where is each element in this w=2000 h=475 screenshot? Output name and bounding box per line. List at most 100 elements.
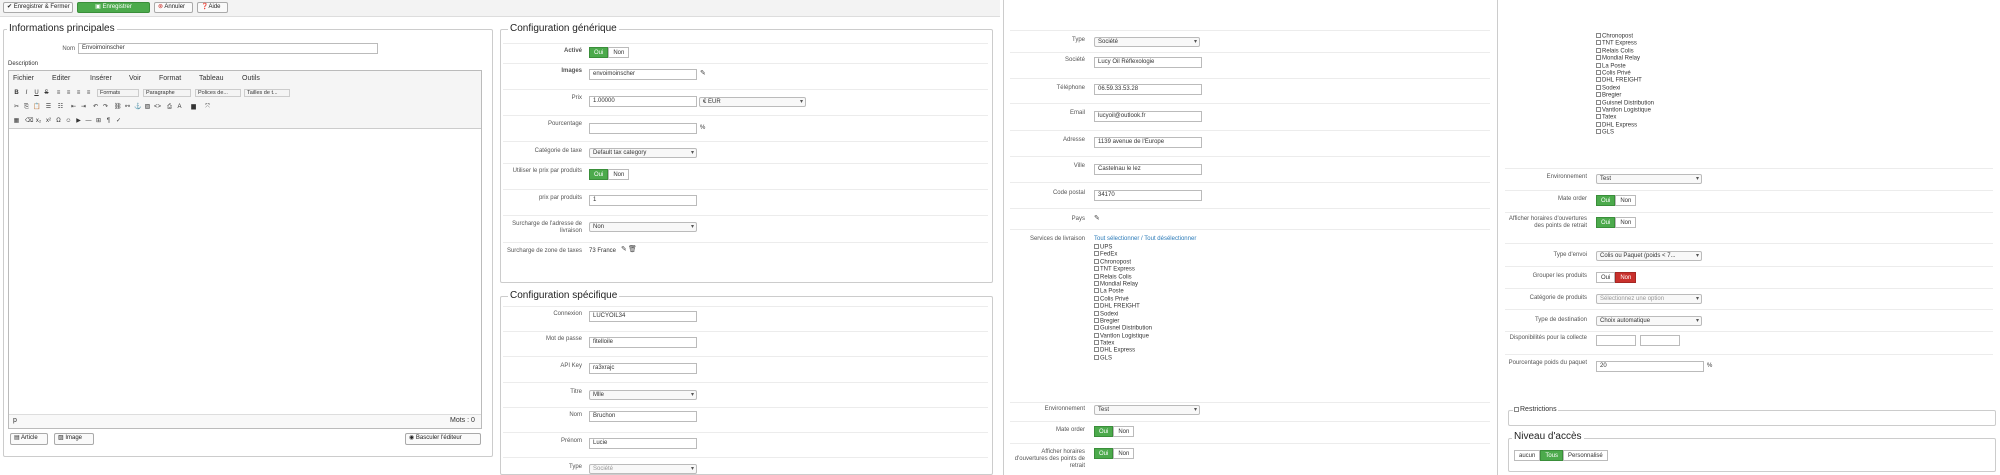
service-option[interactable]: Guisnel Distribution	[1596, 99, 1654, 107]
checkbox[interactable]	[1596, 84, 1601, 90]
checkbox[interactable]	[1094, 347, 1099, 353]
service-option[interactable]: La Poste	[1596, 62, 1654, 70]
underline-icon[interactable]: U	[33, 90, 40, 97]
right-mate-no[interactable]: Non	[1113, 426, 1135, 437]
text-color-icon[interactable]: A	[176, 104, 183, 111]
superscript-icon[interactable]: x²	[45, 118, 52, 125]
percent-input[interactable]	[589, 123, 697, 134]
select-all-link[interactable]: Tout sélectionner	[1094, 236, 1139, 242]
help-button[interactable]: ❓Aide	[197, 2, 228, 13]
media-icon[interactable]: ▶	[75, 118, 82, 125]
edit-country-icon[interactable]: ✎	[1094, 215, 1100, 223]
product-category-select[interactable]: Sélectionnez une option	[1596, 294, 1702, 304]
subscript-icon[interactable]: x₂	[35, 118, 42, 125]
align-left-icon[interactable]: ≡	[55, 90, 62, 97]
edit-zone-icon[interactable]: ✎	[621, 246, 627, 254]
print-icon[interactable]: ⎙	[166, 104, 173, 111]
service-option[interactable]: Sodexi	[1094, 310, 1152, 318]
unlink-icon[interactable]: ⚯	[124, 104, 131, 111]
align-justify-icon[interactable]: ≡	[85, 90, 92, 97]
hr-icon[interactable]: —	[85, 118, 92, 125]
service-option[interactable]: DHL Express	[1094, 347, 1152, 354]
checkbox[interactable]	[1596, 69, 1601, 75]
article-button[interactable]: ▤ Article	[10, 433, 48, 445]
far-hours-no[interactable]: Non	[1615, 217, 1637, 228]
toggle-editor-button[interactable]: ◉ Basculer l'éditeur	[405, 433, 481, 445]
checkbox[interactable]	[1596, 121, 1601, 127]
delivery-override-select[interactable]: Non	[589, 222, 697, 232]
firstname-input[interactable]: Lucie	[589, 438, 697, 449]
checkbox[interactable]	[1596, 77, 1601, 83]
spellcheck-icon[interactable]: ✓	[115, 118, 122, 125]
checkbox[interactable]	[1094, 251, 1099, 257]
service-option[interactable]: Chronopost	[1094, 258, 1152, 266]
clear-format-icon[interactable]: ⌫	[25, 118, 33, 125]
group-yes[interactable]: Oui	[1596, 272, 1616, 283]
checkbox[interactable]	[1094, 325, 1099, 331]
service-option[interactable]: Guisnel Distribution	[1094, 325, 1152, 332]
pickup-to-input[interactable]	[1640, 335, 1680, 346]
price-per-product-input[interactable]: 1	[589, 195, 697, 206]
active-yes[interactable]: Oui	[589, 47, 609, 58]
access-level-toggle[interactable]: aucun Tous Personnalisé	[1514, 450, 1608, 461]
checkbox[interactable]	[1094, 354, 1099, 360]
service-option[interactable]: Mondial Relay	[1596, 55, 1654, 62]
undo-icon[interactable]: ↶	[92, 104, 99, 111]
use-product-price-yes[interactable]: Oui	[589, 169, 609, 180]
use-product-price-no[interactable]: Non	[608, 169, 630, 180]
anchor-icon[interactable]: ⚓	[134, 104, 141, 111]
use-product-price-toggle[interactable]: Oui Non	[589, 169, 630, 180]
phone-input[interactable]: 06.59.33.53.28	[1094, 84, 1202, 95]
checkbox[interactable]	[1094, 288, 1099, 294]
menu-table[interactable]: Tableau	[199, 75, 224, 82]
checkbox[interactable]	[1094, 303, 1099, 309]
strike-icon[interactable]: S	[43, 90, 50, 97]
checkbox[interactable]	[1094, 340, 1099, 346]
service-option[interactable]: La Poste	[1094, 288, 1152, 295]
checkbox[interactable]	[1094, 266, 1099, 272]
numbered-list-icon[interactable]: ☷	[57, 104, 64, 111]
menu-edit[interactable]: Editer	[52, 75, 70, 82]
group-no[interactable]: Non	[1615, 272, 1637, 283]
service-option[interactable]: GLS	[1094, 354, 1152, 362]
service-option[interactable]: Relais Colis	[1596, 47, 1654, 55]
service-option[interactable]: Vantlon Logistique	[1596, 106, 1654, 114]
service-option[interactable]: GLS	[1596, 129, 1654, 136]
italic-icon[interactable]: I	[23, 90, 30, 97]
bullet-list-icon[interactable]: ☰	[45, 104, 52, 111]
zip-input[interactable]: 34170	[1094, 190, 1202, 201]
service-option[interactable]: FedEx	[1094, 251, 1152, 258]
fullscreen-icon[interactable]: ⤧	[204, 104, 211, 111]
checkbox[interactable]	[1094, 317, 1099, 323]
checkbox[interactable]	[1596, 106, 1601, 112]
service-option[interactable]: DHL FREIGHT	[1596, 77, 1654, 84]
edit-icon[interactable]: ✎	[700, 70, 706, 78]
service-option[interactable]: Tatex	[1596, 114, 1654, 121]
service-option[interactable]: Relais Colis	[1094, 273, 1152, 281]
login-input[interactable]: LUCYOIL34	[589, 311, 697, 322]
copy-icon[interactable]: ⎘	[23, 104, 30, 111]
right-hours-toggle[interactable]: Oui Non	[1094, 448, 1135, 459]
cut-icon[interactable]: ✂	[13, 104, 20, 111]
far-env-select[interactable]: Test	[1596, 174, 1702, 184]
name-input[interactable]: Envoimoinscher	[78, 43, 378, 54]
service-option[interactable]: DHL FREIGHT	[1094, 303, 1152, 310]
service-option[interactable]: DHL Express	[1596, 121, 1654, 129]
send-type-select[interactable]: Colis ou Paquet (poids < 7...	[1596, 251, 1702, 261]
service-option[interactable]: Mondial Relay	[1094, 280, 1152, 288]
checkbox[interactable]	[1094, 280, 1099, 286]
checkbox[interactable]	[1094, 244, 1099, 249]
menu-view[interactable]: Voir	[129, 75, 141, 82]
checkbox[interactable]	[1094, 258, 1099, 264]
checkbox[interactable]	[1596, 47, 1601, 53]
bold-icon[interactable]: B	[13, 90, 20, 97]
trash-icon[interactable]: 🗑	[628, 246, 637, 254]
apikey-input[interactable]: ra3xrajc	[589, 363, 697, 374]
image-icon[interactable]: ▨	[144, 104, 151, 111]
right-type-select[interactable]: Société	[1094, 37, 1200, 47]
checkbox[interactable]	[1596, 55, 1601, 61]
far-mate-toggle[interactable]: Oui Non	[1596, 195, 1637, 206]
group-products-toggle[interactable]: Oui Non	[1596, 272, 1637, 283]
images-input[interactable]: envoimoinscher	[589, 69, 697, 80]
align-center-icon[interactable]: ≡	[65, 90, 72, 97]
